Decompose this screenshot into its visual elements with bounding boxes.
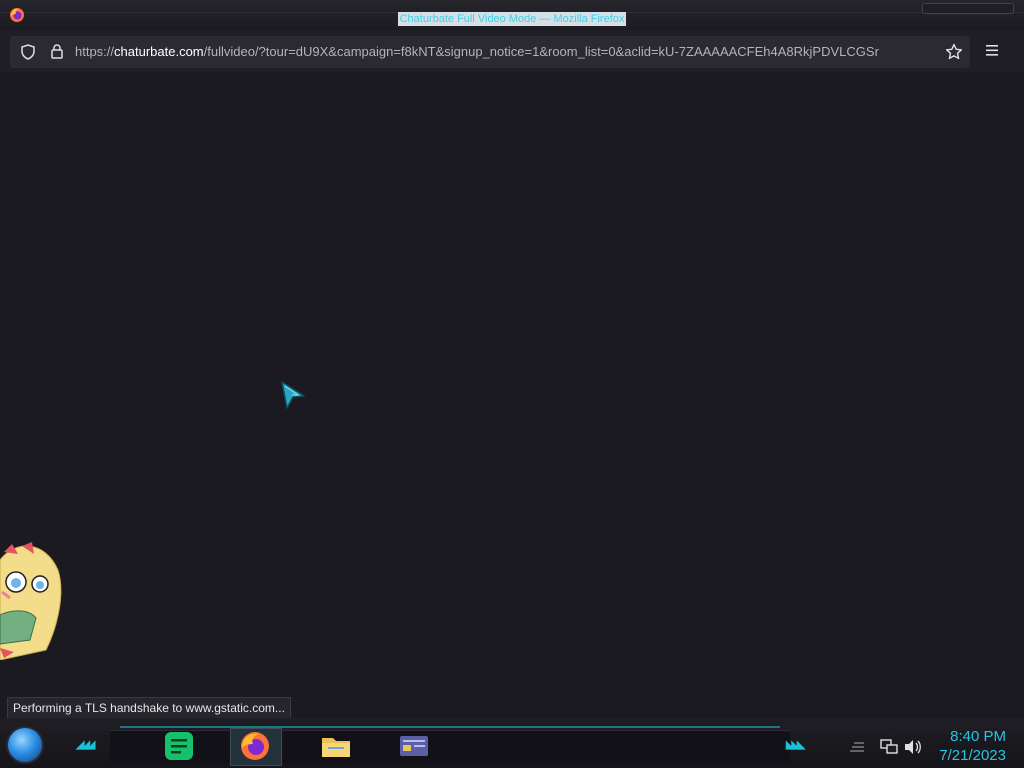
- url-scheme: https://: [75, 44, 115, 59]
- bookmark-star-icon[interactable]: [945, 43, 963, 66]
- network-icon[interactable]: [880, 739, 898, 760]
- cartoon-character-sticker: [0, 540, 62, 665]
- taskbar-glow-line: [120, 726, 780, 728]
- page-content[interactable]: [8, 72, 1016, 718]
- tracking-shield-icon[interactable]: [20, 44, 36, 65]
- start-button[interactable]: [8, 728, 42, 762]
- taskbar-app-firefox-icon[interactable]: [239, 730, 271, 762]
- taskbar-chevrons-left-icon: ◢◢◢: [76, 739, 95, 751]
- volume-icon[interactable]: [904, 739, 922, 760]
- window-titlebar: Chaturbate Full Video Mode — Mozilla Fir…: [0, 0, 1024, 30]
- system-clock[interactable]: 8:40 PM 7/21/2023: [939, 727, 1006, 765]
- window-controls[interactable]: [922, 3, 1014, 14]
- show-hidden-icons-icon[interactable]: [848, 739, 866, 758]
- window-title: Chaturbate Full Video Mode — Mozilla Fir…: [397, 12, 627, 26]
- url-host: chaturbate.com: [114, 44, 204, 59]
- url-path: /fullvideo/?tour=dU9X&campaign=f8kNT&sig…: [203, 44, 879, 59]
- taskbar-app-chat-icon[interactable]: [163, 730, 195, 762]
- lock-icon[interactable]: [50, 43, 64, 64]
- clock-date: 7/21/2023: [939, 747, 1006, 764]
- status-bar: Performing a TLS handshake to www.gstati…: [7, 697, 291, 719]
- taskbar-band: [110, 730, 790, 763]
- url-text[interactable]: https://chaturbate.com/fullvideo/?tour=d…: [75, 44, 938, 60]
- taskbar-app-window-switcher-icon[interactable]: [398, 730, 430, 762]
- taskbar-chevrons-right-icon: ◣◣◣: [786, 739, 805, 751]
- url-bar[interactable]: https://chaturbate.com/fullvideo/?tour=d…: [10, 36, 970, 68]
- hamburger-menu-icon[interactable]: [984, 44, 1000, 63]
- taskbar-app-file-explorer-icon[interactable]: [320, 730, 352, 762]
- taskbar: [0, 718, 1024, 768]
- clock-time: 8:40 PM: [950, 728, 1006, 745]
- mouse-cursor-icon: [280, 380, 306, 415]
- browser-toolbar: https://chaturbate.com/fullvideo/?tour=d…: [0, 30, 1024, 72]
